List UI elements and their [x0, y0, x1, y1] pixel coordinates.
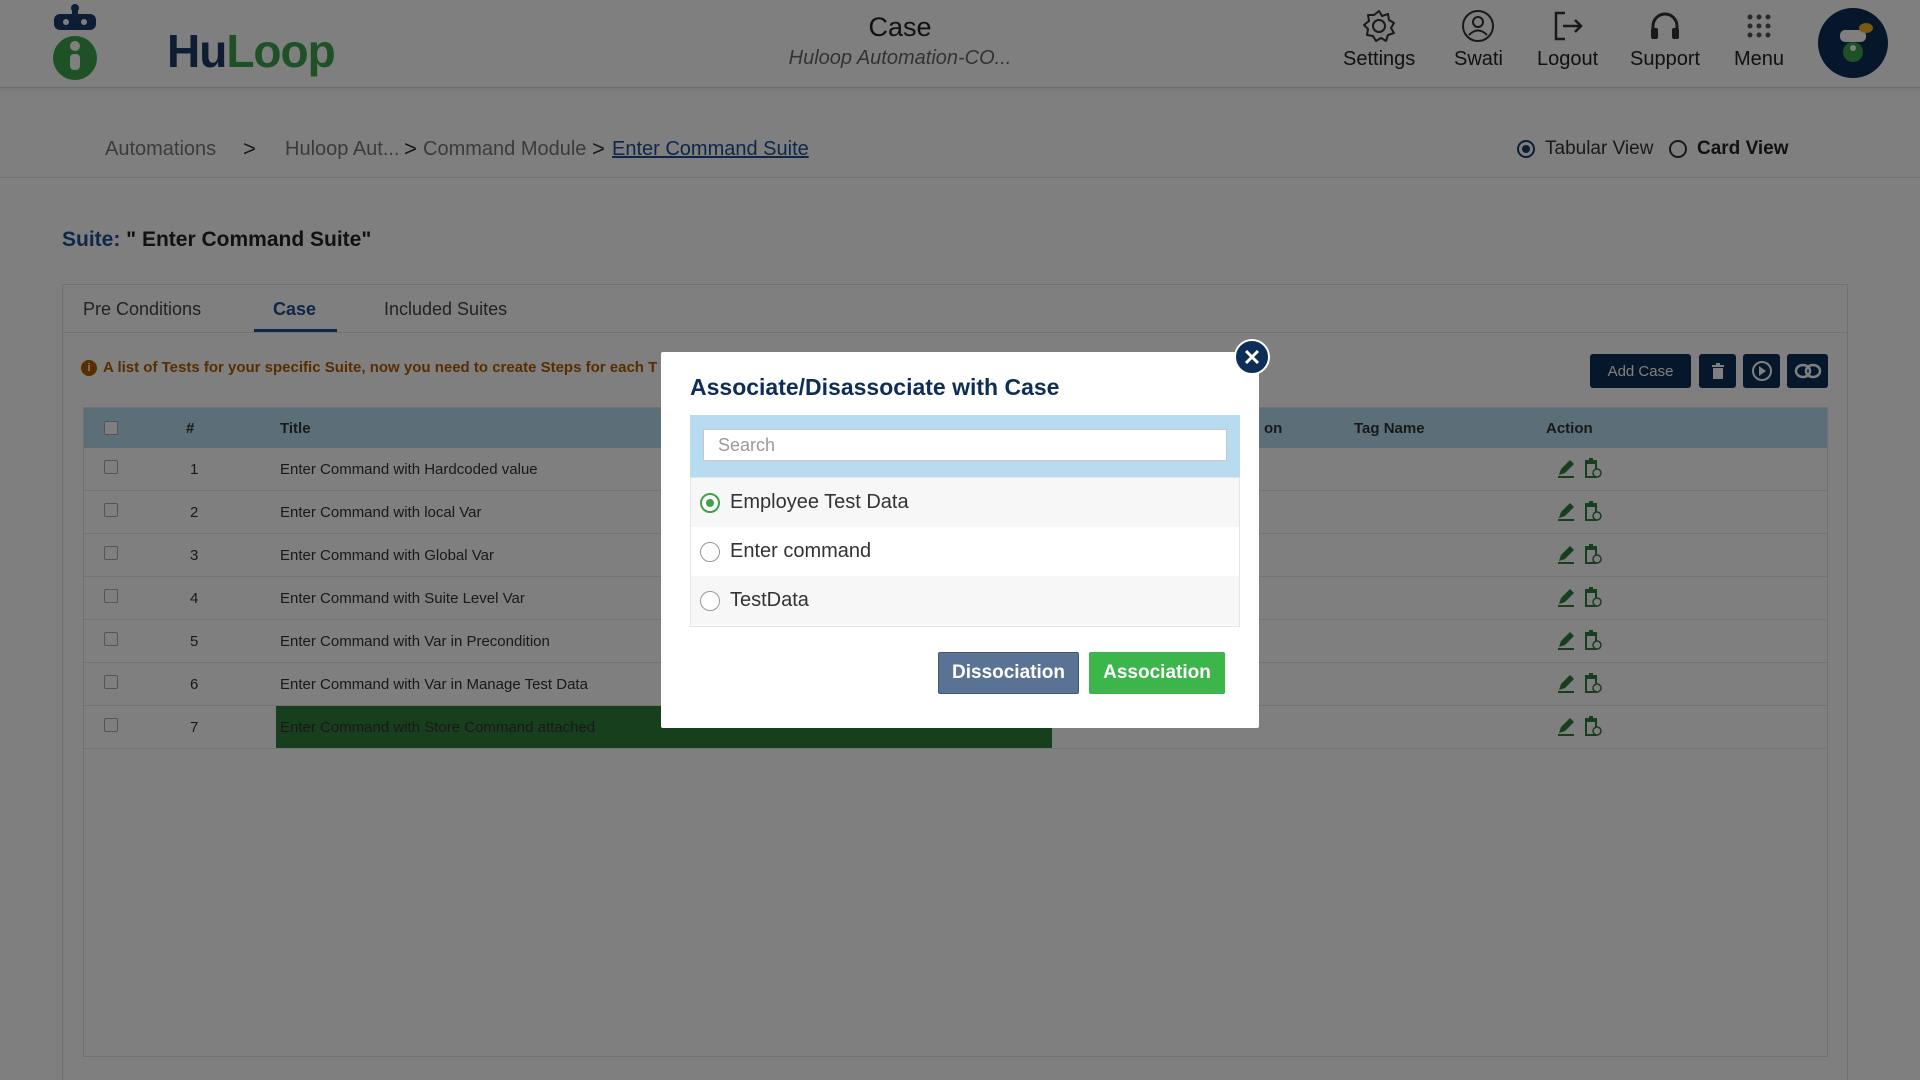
option-enter-command[interactable]: Enter command	[691, 527, 1239, 576]
option-radio[interactable]	[700, 541, 720, 562]
associate-modal: Associate/Disassociate with Case Employe…	[661, 352, 1259, 728]
option-label: TestData	[730, 589, 809, 611]
dissociation-button[interactable]: Dissociation	[938, 652, 1079, 694]
option-label: Enter command	[730, 540, 872, 562]
option-label: Employee Test Data	[730, 491, 909, 513]
option-employee-test-data[interactable]: Employee Test Data	[691, 478, 1239, 527]
close-modal-button[interactable]	[1234, 339, 1270, 375]
option-list: Employee Test Data Enter command TestDat…	[690, 477, 1240, 627]
option-radio[interactable]	[700, 492, 720, 513]
option-radio[interactable]	[700, 590, 720, 611]
association-button[interactable]: Association	[1089, 652, 1225, 694]
search-input[interactable]	[703, 429, 1227, 461]
modal-title: Associate/Disassociate with Case	[690, 374, 1060, 400]
option-testdata[interactable]: TestData	[691, 576, 1239, 625]
search-container	[690, 415, 1240, 477]
close-icon	[1244, 349, 1260, 365]
